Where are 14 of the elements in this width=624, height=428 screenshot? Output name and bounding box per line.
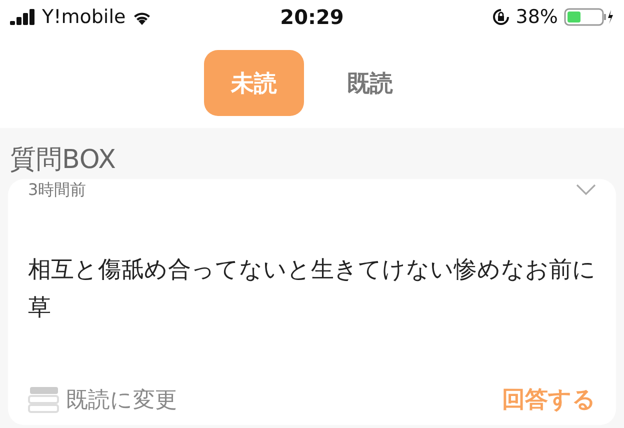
question-text: 相互と傷舐め合ってないと生きてけない惨めなお前に草: [28, 256, 596, 323]
chevron-icon[interactable]: [576, 184, 596, 196]
carrier-name: Y!mobile: [42, 6, 126, 28]
tab[interactable]: 未読: [204, 50, 304, 116]
book-stack-icon: [28, 386, 60, 414]
battery-icon: [564, 8, 614, 26]
time-ago: 3時間前: [28, 180, 86, 200]
signal-icon: [10, 9, 36, 25]
tab[interactable]: 既読: [320, 50, 420, 116]
answer-button[interactable]: 回答する: [502, 384, 596, 415]
rotation-lock-icon: [492, 8, 510, 26]
mark-read-button[interactable]: 既読に変更: [28, 384, 177, 414]
clock-time: 20:29: [279, 5, 345, 29]
battery-percent: 38%: [516, 6, 558, 28]
